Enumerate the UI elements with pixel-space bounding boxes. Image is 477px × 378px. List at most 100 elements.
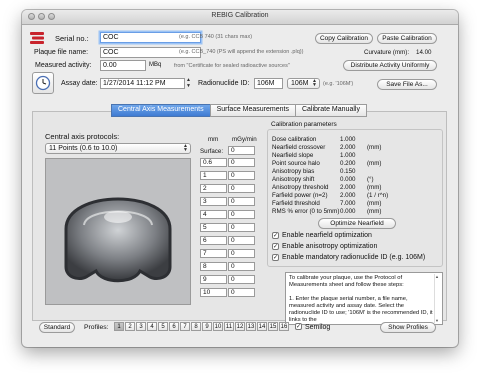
profile-button[interactable]: 4 [147, 322, 157, 331]
protocol-select-value: 11 Points (0.6 to 10.0) [49, 145, 118, 152]
instructions-scrollbar[interactable]: ▲ ▼ [434, 274, 441, 323]
anisotropy-checkbox[interactable]: ✓ [272, 243, 279, 250]
profile-button[interactable]: 1 [114, 322, 124, 331]
param-unit: (mm) [367, 208, 382, 215]
rate-input[interactable]: 0 [228, 223, 255, 232]
radionuclide-checkbox[interactable]: ✓ [272, 254, 279, 261]
tab-calibrate-manually[interactable]: Calibrate Manually [294, 104, 367, 117]
mm-input[interactable]: 7 [200, 249, 227, 258]
param-unit: (mm) [367, 160, 382, 167]
rate-input[interactable]: 0 [228, 158, 255, 167]
mm-input[interactable]: 2 [200, 184, 227, 193]
tab-central-axis[interactable]: Central Axis Measurements [111, 104, 211, 117]
rate-input[interactable]: 0 [228, 249, 255, 258]
profile-button[interactable]: 15 [268, 322, 278, 331]
param-value: 0.150 [340, 168, 356, 175]
calibration-window: REBIG Calibration Serial no.: COC (e.g. … [22, 10, 458, 347]
rate-column-header: mGy/min [232, 136, 257, 143]
param-value: 2.000 [340, 192, 356, 199]
param-value: 1.000 [340, 136, 356, 143]
serial-label: Serial no.: [55, 34, 89, 43]
semilog-label: Semilog [305, 324, 331, 331]
mm-input[interactable]: 8 [200, 262, 227, 271]
profile-button[interactable]: 8 [191, 322, 201, 331]
param-name: Anisotropy shift [272, 176, 315, 183]
param-name: Point source halo [272, 160, 320, 167]
profile-button[interactable]: 9 [202, 322, 212, 331]
mm-input[interactable]: 1 [200, 171, 227, 180]
profile-button[interactable]: 16 [279, 322, 289, 331]
param-unit: (mm) [367, 184, 382, 191]
distribute-activity-button[interactable]: Distribute Activity Uniformly [343, 60, 437, 71]
mm-input[interactable]: 10 [200, 288, 227, 297]
assay-date-label: Assay date: [61, 80, 98, 87]
tab-surface-measurements[interactable]: Surface Measurements [209, 104, 296, 117]
param-value: 1.000 [340, 152, 356, 159]
clock-icon [35, 75, 51, 91]
rate-input[interactable]: 0 [228, 262, 255, 271]
rate-input[interactable]: 0 [228, 288, 255, 297]
rate-input[interactable]: 0 [228, 146, 255, 155]
profile-button[interactable]: 14 [257, 322, 267, 331]
param-name: Nearfield crossover [272, 144, 326, 151]
activity-input[interactable]: 0.00 [100, 60, 146, 71]
chevron-updown-icon: ▲ ▼ [312, 78, 317, 88]
param-value: 2.000 [340, 144, 356, 151]
profiles-label: Profiles: [84, 324, 109, 331]
rate-input[interactable]: 0 [228, 184, 255, 193]
param-name: Farfield threshold [272, 200, 320, 207]
protocol-select[interactable]: 11 Points (0.6 to 10.0) ▲ ▼ [45, 143, 191, 154]
semilog-checkbox[interactable]: ✓ [295, 323, 302, 330]
radionuclide-select[interactable]: 106M ▲ ▼ [287, 78, 320, 89]
nearfield-checkbox-label: Enable nearfield optimization [282, 232, 372, 239]
mm-input[interactable]: 6 [200, 236, 227, 245]
save-file-button[interactable]: Save File As... [377, 79, 437, 90]
param-unit: (mm) [367, 144, 382, 151]
mm-input[interactable]: 0.6 [200, 158, 227, 167]
mm-input[interactable]: 3 [200, 197, 227, 206]
mm-input[interactable]: 4 [200, 210, 227, 219]
instructions-text[interactable]: To calibrate your plaque, use the Protoc… [285, 272, 443, 325]
mm-input[interactable]: 9 [200, 275, 227, 284]
param-name: Anisotropy bias [272, 168, 315, 175]
plaque-image [45, 158, 191, 305]
rate-input[interactable]: 0 [228, 197, 255, 206]
assay-date-input[interactable]: 1/27/2014 11:12 PM [100, 78, 185, 89]
optimize-nearfield-button[interactable]: Optimize Nearfield [318, 218, 396, 229]
profile-button[interactable]: 7 [180, 322, 190, 331]
rate-input[interactable]: 0 [228, 275, 255, 284]
plaque-file-label: Plaque file name: [34, 49, 89, 56]
activity-hint: from "Certificate for sealed radioactive… [174, 63, 290, 69]
nearfield-checkbox[interactable]: ✓ [272, 232, 279, 239]
assay-date-button[interactable] [32, 72, 54, 94]
profile-button[interactable]: 5 [158, 322, 168, 331]
activity-label: Measured activity: [35, 62, 92, 69]
rate-input[interactable]: 0 [228, 210, 255, 219]
profile-button[interactable]: 3 [136, 322, 146, 331]
param-name: Dose calibration [272, 136, 317, 143]
profile-button[interactable]: 6 [169, 322, 179, 331]
assay-date-stepper[interactable]: ▲ ▼ [186, 77, 193, 89]
instructions-content: To calibrate your plaque, use the Protoc… [289, 275, 433, 323]
profile-button[interactable]: 11 [224, 322, 234, 331]
profile-button[interactable]: 13 [246, 322, 256, 331]
rate-input[interactable]: 0 [228, 171, 255, 180]
window-title: REBIG Calibration [211, 12, 269, 19]
radionuclide-select-value: 106M [291, 80, 309, 87]
show-profiles-button[interactable]: Show Profiles [380, 322, 436, 333]
profile-button[interactable]: 12 [235, 322, 245, 331]
curvature-label: Curvature (mm): [364, 49, 410, 56]
paste-calibration-button[interactable]: Paste Calibration [377, 33, 437, 44]
param-value: 7.000 [340, 200, 356, 207]
profile-button[interactable]: 10 [213, 322, 223, 331]
copy-calibration-button[interactable]: Copy Calibration [315, 33, 373, 44]
profile-button[interactable]: 2 [125, 322, 135, 331]
activity-unit: MBq [149, 62, 162, 68]
rate-input[interactable]: 0 [228, 236, 255, 245]
curvature-value: 14.00 [416, 49, 432, 56]
plaque-logo-icon [30, 32, 44, 44]
mm-input[interactable]: 5 [200, 223, 227, 232]
radionuclide-input[interactable]: 106M [254, 78, 283, 89]
standard-button[interactable]: Standard [39, 322, 75, 333]
param-value: 0.200 [340, 160, 356, 167]
